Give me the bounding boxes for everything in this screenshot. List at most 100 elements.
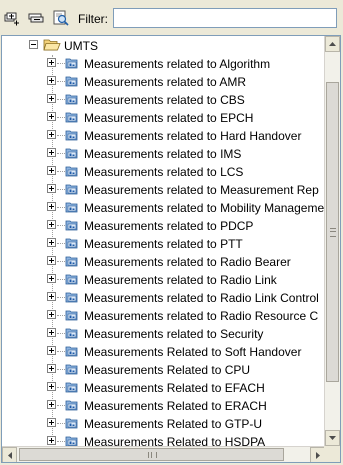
collapse-all-button[interactable]: [27, 9, 45, 27]
tree-node[interactable]: Measurements related to LCS: [2, 163, 325, 181]
expand-toggle-icon[interactable]: [47, 148, 56, 157]
grip-icon: [148, 452, 157, 458]
expand-toggle-icon[interactable]: [47, 112, 56, 121]
tree-node-label: Measurements related to Security: [84, 327, 264, 341]
expand-toggle-icon[interactable]: [47, 418, 56, 427]
expand-toggle-icon[interactable]: [47, 76, 56, 85]
horizontal-scrollbar[interactable]: [2, 446, 325, 462]
expand-toggle-icon[interactable]: [47, 310, 56, 319]
measurement-group-icon: [65, 274, 78, 285]
collapse-all-icon: [28, 13, 44, 23]
scroll-down-button[interactable]: [325, 430, 340, 446]
expand-toggle-icon[interactable]: [47, 436, 56, 445]
scroll-left-button[interactable]: [2, 447, 17, 462]
horizontal-scroll-thumb[interactable]: [19, 448, 284, 461]
expand-toggle-icon[interactable]: [47, 238, 56, 247]
tree-node[interactable]: Measurements related to Measurement Rep: [2, 181, 325, 199]
tree-rows: UMTS Measurements related to Algorithm Me…: [2, 36, 325, 446]
find-button[interactable]: [52, 9, 70, 27]
expand-all-icon: [4, 12, 19, 26]
tree-node[interactable]: Measurements related to PTT: [2, 235, 325, 253]
tree-connector-line: [57, 333, 65, 334]
tree-connector-line: [57, 207, 65, 208]
expand-toggle-icon[interactable]: [47, 256, 56, 265]
vertical-scroll-thumb[interactable]: [326, 82, 339, 382]
tree-node[interactable]: Measurements related to Radio Link: [2, 271, 325, 289]
expand-toggle-icon[interactable]: [47, 202, 56, 211]
measurement-group-icon: [65, 184, 78, 195]
expand-toggle-icon[interactable]: [47, 184, 56, 193]
tree-node[interactable]: Measurements Related to CPU: [2, 361, 325, 379]
measurement-group-icon: [65, 256, 78, 267]
tree-node-label: Measurements related to IMS: [84, 147, 242, 161]
measurement-group-icon: [65, 400, 78, 411]
tree-connector-line: [57, 405, 65, 406]
tree-connector-line: [57, 99, 65, 100]
tree-node-label: Measurements Related to EFACH: [84, 381, 265, 395]
tree-node[interactable]: Measurements related to Mobility Managem…: [2, 199, 325, 217]
tree-node-label: Measurements Related to Soft Handover: [84, 345, 302, 359]
tree-node-label: Measurements related to AMR: [84, 75, 247, 89]
expand-toggle-icon[interactable]: [47, 382, 56, 391]
open-folder-icon: [43, 39, 61, 51]
tree-root-node[interactable]: UMTS: [2, 37, 325, 55]
tree-node[interactable]: Measurements related to IMS: [2, 145, 325, 163]
measurement-group-icon: [65, 58, 78, 69]
measurement-group-icon: [65, 94, 78, 105]
tree-node-label: Measurements related to Mobility Managem…: [84, 201, 325, 215]
measurement-group-icon: [65, 130, 78, 141]
tree-node[interactable]: Measurements related to Algorithm: [2, 55, 325, 73]
expand-toggle-icon[interactable]: [47, 58, 56, 67]
tree-node[interactable]: Measurements related to PDCP: [2, 217, 325, 235]
tree-node[interactable]: Measurements Related to ERACH: [2, 397, 325, 415]
expand-toggle-icon[interactable]: [47, 346, 56, 355]
expand-all-button[interactable]: [3, 9, 21, 27]
expand-toggle-icon[interactable]: [47, 364, 56, 373]
arrow-down-icon: [329, 436, 336, 440]
measurement-group-icon: [65, 202, 78, 213]
tree-node[interactable]: Measurements related to EPCH: [2, 109, 325, 127]
tree-node[interactable]: Measurements related to Radio Resource C: [2, 307, 325, 325]
tree-connector-line: [57, 387, 65, 388]
tree-node-label: Measurements Related to GTP-U: [84, 417, 263, 431]
tree-view[interactable]: UMTS Measurements related to Algorithm Me…: [1, 35, 341, 463]
measurement-group-icon: [65, 418, 78, 429]
expand-toggle-icon[interactable]: [47, 94, 56, 103]
expand-toggle-icon[interactable]: [47, 166, 56, 175]
tree-node-label: Measurements related to PDCP: [84, 219, 254, 233]
scroll-right-button[interactable]: [310, 447, 325, 462]
tree-node[interactable]: Measurements related to AMR: [2, 73, 325, 91]
tree-node[interactable]: Measurements Related to Soft Handover: [2, 343, 325, 361]
tree-node[interactable]: Measurements related to CBS: [2, 91, 325, 109]
arrow-up-icon: [329, 42, 336, 46]
tree-node[interactable]: Measurements related to Radio Link Contr…: [2, 289, 325, 307]
tree-connector-line: [57, 117, 65, 118]
measurement-group-icon: [65, 112, 78, 123]
tree-connector-line: [57, 171, 65, 172]
tree-node-label: Measurements related to Hard Handover: [84, 129, 302, 143]
expand-toggle-icon[interactable]: [47, 292, 56, 301]
tree-node[interactable]: Measurements Related to EFACH: [2, 379, 325, 397]
tree-node-label: Measurements related to PTT: [84, 237, 243, 251]
tree-node[interactable]: Measurements related to Hard Handover: [2, 127, 325, 145]
expand-toggle-icon[interactable]: [47, 274, 56, 283]
tree-node[interactable]: Measurements Related to HSDPA: [2, 433, 325, 446]
tree-node-label: Measurements related to Algorithm: [84, 57, 271, 71]
tree-connector-line: [57, 279, 65, 280]
vertical-scrollbar[interactable]: [324, 36, 340, 446]
collapse-toggle-icon[interactable]: [29, 40, 38, 49]
filter-input[interactable]: [113, 8, 337, 28]
tree-connector-line: [57, 297, 65, 298]
expand-toggle-icon[interactable]: [47, 220, 56, 229]
tree-node[interactable]: Measurements Related to GTP-U: [2, 415, 325, 433]
find-icon: [53, 10, 69, 26]
expand-toggle-icon[interactable]: [47, 328, 56, 337]
scroll-up-button[interactable]: [325, 36, 340, 52]
tree-node-label: Measurements Related to HSDPA: [84, 435, 266, 446]
tree-node[interactable]: Measurements related to Radio Bearer: [2, 253, 325, 271]
tree-node-label: Measurements related to LCS: [84, 165, 244, 179]
expand-toggle-icon[interactable]: [47, 130, 56, 139]
tree-node[interactable]: Measurements related to Security: [2, 325, 325, 343]
tree-connector-line: [57, 189, 65, 190]
expand-toggle-icon[interactable]: [47, 400, 56, 409]
